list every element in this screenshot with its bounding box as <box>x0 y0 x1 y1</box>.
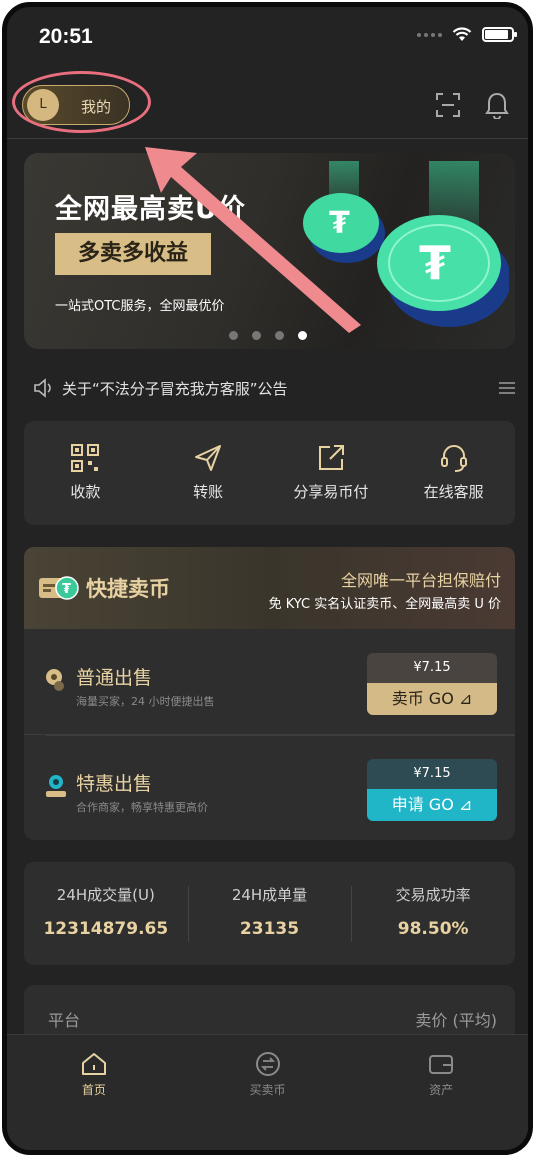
wallet-icon <box>429 1055 454 1074</box>
battery-icon <box>482 27 517 42</box>
quick-sell-title: 快捷卖币 <box>86 577 170 601</box>
stat-value: 23135 <box>239 919 300 939</box>
quick-actions: 收款 转账 分享易币付 在线客服 <box>24 421 515 525</box>
special-sale-row[interactable]: 特惠出售 合作商家，畅享特惠更高价 ¥7.15 申请 GO ⊿ <box>24 737 515 840</box>
sell-go-label: 卖币 GO ⊿ <box>367 683 497 715</box>
wifi-icon <box>452 27 472 41</box>
signal-icon <box>417 32 442 37</box>
action-label: 分享易币付 <box>293 483 369 501</box>
qr-code-icon <box>71 444 100 472</box>
apply-go-button[interactable]: ¥7.15 申请 GO ⊿ <box>367 759 497 821</box>
status-bar: 20:51 <box>7 7 528 67</box>
status-time: 20:51 <box>39 25 93 48</box>
stat-value: 12314879.65 <box>43 919 169 939</box>
status-icons <box>417 27 517 42</box>
sale-subtitle: 海量买家，24 小时便捷出售 <box>76 695 215 708</box>
quick-sell-card: ₮ 快捷卖币 全网唯一平台担保赔付 免 KYC 实名认证卖币、全网最高卖 U 价… <box>24 547 515 840</box>
action-label: 在线客服 <box>423 483 484 501</box>
action-label: 收款 <box>70 483 101 501</box>
svg-text:₮: ₮ <box>62 582 71 597</box>
row-divider <box>46 735 515 736</box>
quick-sell-desc: 免 KYC 实名认证卖币、全网最高卖 U 价 <box>268 597 501 612</box>
send-icon <box>195 445 222 471</box>
stat-value: 98.50% <box>397 919 469 939</box>
sell-price: ¥7.15 <box>367 653 497 683</box>
stat-label: 24H成单量 <box>231 886 308 904</box>
battery-level <box>485 30 509 39</box>
phone-screen: 20:51 L 我的 全网最高卖U价 多卖多收益 一站式OTC服务，全网最优价 … <box>2 2 533 1155</box>
announcement-bar[interactable]: 关于“不法分子冒充我方客服”公告 <box>32 373 517 403</box>
action-transfer[interactable]: 转账 <box>147 421 270 525</box>
sell-go-button[interactable]: ¥7.15 卖币 GO ⊿ <box>367 653 497 715</box>
apply-go-label: 申请 GO ⊿ <box>367 789 497 821</box>
action-support[interactable]: 在线客服 <box>392 421 515 525</box>
coin-sell-icon <box>46 669 64 691</box>
coin-card-icon: ₮ <box>39 576 79 600</box>
bell-icon[interactable] <box>484 91 510 119</box>
scan-icon[interactable] <box>434 91 462 119</box>
stat-label: 24H成交量(U) <box>56 886 155 904</box>
merchant-icon <box>46 775 66 797</box>
announcement-text: 关于“不法分子冒充我方客服”公告 <box>62 379 288 398</box>
tab-assets[interactable]: 资产 <box>354 1035 528 1150</box>
bottom-tab-bar: 首页 买卖币 资产 <box>7 1034 528 1150</box>
pointer-arrow <box>145 147 361 333</box>
svg-text:₮: ₮ <box>419 236 451 290</box>
top-icons <box>434 91 510 119</box>
table-header-platform: 平台 <box>48 1011 81 1030</box>
action-share[interactable]: 分享易币付 <box>270 421 393 525</box>
top-bar: L 我的 <box>7 71 528 139</box>
headset-icon <box>440 445 467 472</box>
sale-subtitle: 合作商家，畅享特惠更高价 <box>76 801 208 814</box>
special-price: ¥7.15 <box>367 759 497 789</box>
stat-success-rate: 交易成功率 98.50% <box>351 862 515 965</box>
share-icon <box>318 445 344 470</box>
tab-trade[interactable]: 买卖币 <box>181 1035 355 1150</box>
sale-title: 特惠出售 <box>76 773 153 795</box>
home-icon <box>81 1053 106 1075</box>
action-label: 转账 <box>193 483 224 501</box>
highlight-ellipse <box>12 71 151 133</box>
normal-sale-row[interactable]: 普通出售 海量买家，24 小时便捷出售 ¥7.15 卖币 GO ⊿ <box>24 631 515 735</box>
stat-orders: 24H成单量 23135 <box>187 862 352 965</box>
quick-sell-header: ₮ 快捷卖币 全网唯一平台担保赔付 免 KYC 实名认证卖币、全网最高卖 U 价 <box>24 547 515 629</box>
action-receive[interactable]: 收款 <box>24 421 147 525</box>
stat-label: 交易成功率 <box>395 886 471 904</box>
tab-label: 首页 <box>81 1083 106 1097</box>
menu-icon[interactable] <box>497 380 517 396</box>
tab-label: 资产 <box>429 1083 454 1097</box>
speaker-icon <box>34 378 51 398</box>
tab-label: 买卖币 <box>249 1083 286 1097</box>
quick-sell-slogan: 全网唯一平台担保赔付 <box>340 571 501 590</box>
sale-title: 普通出售 <box>76 667 153 689</box>
exchange-icon <box>255 1052 280 1076</box>
tab-home[interactable]: 首页 <box>7 1035 181 1150</box>
stat-volume: 24H成交量(U) 12314879.65 <box>24 862 188 965</box>
stats-card: 24H成交量(U) 12314879.65 24H成单量 23135 交易成功率… <box>24 862 515 965</box>
table-header-sell-price: 卖价 (平均) <box>415 1011 497 1030</box>
